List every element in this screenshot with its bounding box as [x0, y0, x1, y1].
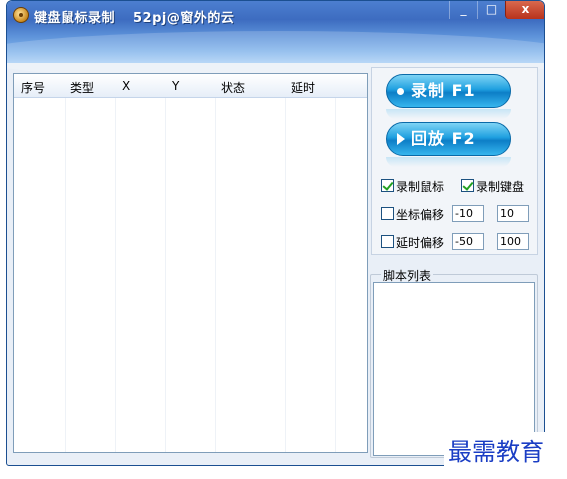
record-button[interactable]: 录制 F1 — [386, 74, 511, 108]
window-title-text: 键盘鼠标录制 — [34, 11, 116, 26]
column-divider — [65, 98, 66, 452]
column-divider — [165, 98, 166, 452]
script-list[interactable] — [373, 282, 535, 456]
record-dot-icon — [397, 88, 404, 95]
close-icon: x — [521, 2, 530, 16]
delay-offset-label: 延时偏移 — [396, 236, 445, 250]
window-subtitle-text: 52pj@窗外的云 — [133, 11, 235, 26]
delay-offset-max-input[interactable]: 100 — [497, 233, 529, 250]
app-icon[interactable] — [13, 7, 29, 23]
column-header-type[interactable]: 类型 — [70, 79, 94, 96]
control-panel: 录制 F1 回放 F2 录制鼠标 录制键盘 坐标偏移 -10 10 延时偏移 -… — [371, 67, 538, 255]
maximize-icon: □ — [485, 2, 498, 16]
column-header-status[interactable]: 状态 — [221, 79, 245, 96]
watermark-text: 最需教育 — [444, 432, 548, 467]
column-header-delay[interactable]: 延时 — [291, 79, 315, 96]
record-mouse-label: 录制鼠标 — [396, 180, 445, 194]
title-bar[interactable]: 键盘鼠标录制 52pj@窗外的云 _ □ x — [7, 1, 544, 81]
column-header-index[interactable]: 序号 — [21, 79, 45, 96]
record-list[interactable]: 序号 类型 X Y 状态 延时 — [13, 73, 368, 453]
coord-offset-checkbox[interactable] — [381, 207, 394, 220]
window-title: 键盘鼠标录制 52pj@窗外的云 — [34, 7, 234, 26]
column-divider — [285, 98, 286, 452]
record-keyboard-checkbox[interactable] — [461, 179, 474, 192]
replay-button-label: 回放 F2 — [411, 129, 476, 148]
coord-offset-label: 坐标偏移 — [396, 208, 445, 222]
column-divider — [215, 98, 216, 452]
main-window: 键盘鼠标录制 52pj@窗外的云 _ □ x 序号 类型 X Y 状态 延时 录制… — [6, 0, 545, 466]
script-list-group: 脚本列表 — [370, 267, 538, 458]
minimize-icon: _ — [460, 2, 467, 16]
record-keyboard-label: 录制键盘 — [476, 180, 525, 194]
record-button-label: 录制 F1 — [411, 81, 476, 100]
list-header: 序号 类型 X Y 状态 延时 — [14, 74, 367, 98]
record-button-reflection — [386, 109, 511, 119]
play-icon — [397, 133, 405, 145]
minimize-button[interactable]: _ — [449, 1, 477, 19]
maximize-button[interactable]: □ — [477, 1, 505, 19]
column-header-x[interactable]: X — [122, 79, 130, 93]
column-divider — [335, 98, 336, 452]
record-mouse-checkbox[interactable] — [381, 179, 394, 192]
column-divider — [115, 98, 116, 452]
column-header-y[interactable]: Y — [172, 79, 179, 93]
replay-button-reflection — [386, 157, 511, 167]
delay-offset-min-input[interactable]: -50 — [452, 233, 484, 250]
coord-offset-min-input[interactable]: -10 — [452, 205, 484, 222]
close-button[interactable]: x — [505, 1, 544, 19]
delay-offset-checkbox[interactable] — [381, 235, 394, 248]
replay-button[interactable]: 回放 F2 — [386, 122, 511, 156]
coord-offset-max-input[interactable]: 10 — [497, 205, 529, 222]
